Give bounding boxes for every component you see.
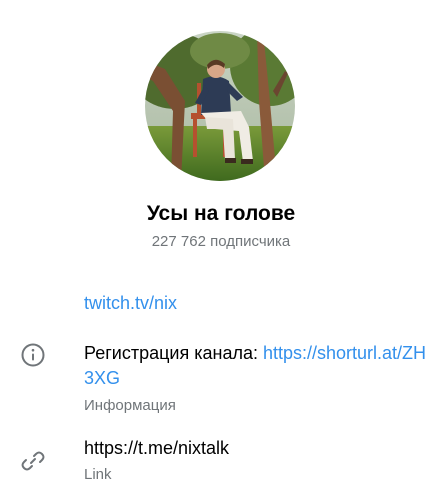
channel-title: Усы на голове <box>146 202 296 225</box>
channel-username-link[interactable]: https://t.me/nixtalk <box>84 436 229 460</box>
channel-info-page: Усы на голове 227 762 подписчика twitch.… <box>0 0 442 502</box>
link-icon <box>21 451 45 471</box>
twitch-link[interactable]: twitch.tv/nix <box>84 291 177 315</box>
description-label: Информация <box>84 397 176 414</box>
info-icon <box>21 343 45 367</box>
subscriber-count: 227 762 подписчика <box>151 233 291 250</box>
channel-avatar[interactable] <box>145 31 295 181</box>
channel-avatar-photo <box>145 31 295 181</box>
channel-description: Регистрация канала: https://shorturl.at/… <box>84 341 434 391</box>
username-label: Link <box>84 466 112 483</box>
description-text: Регистрация канала: <box>84 343 263 363</box>
